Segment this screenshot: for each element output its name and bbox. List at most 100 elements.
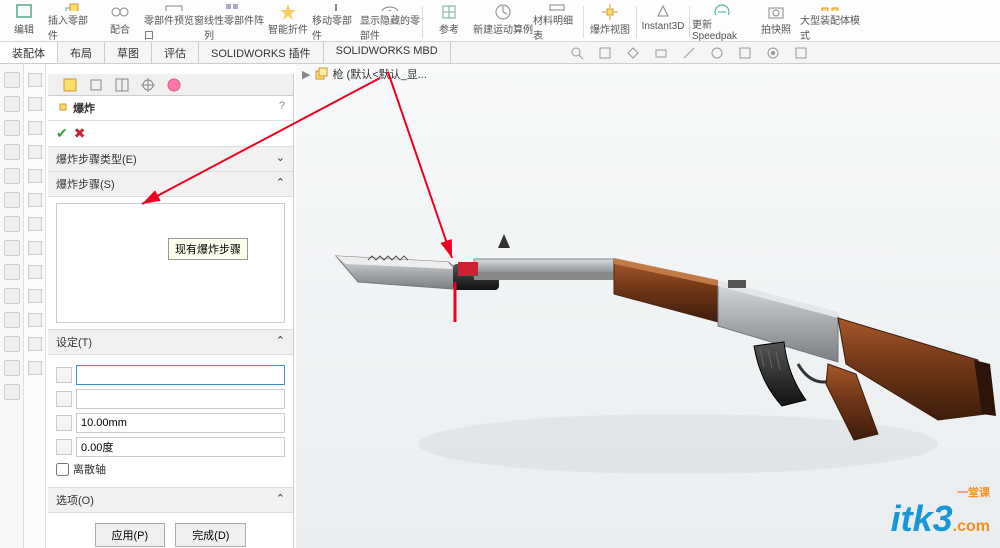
rail-icon[interactable]: [4, 384, 20, 400]
zoom-window-icon[interactable]: [598, 46, 612, 60]
smart-icon: [278, 2, 298, 20]
watermark-logo: 一堂课 itk3.com: [891, 488, 990, 540]
direction-input[interactable]: [76, 389, 285, 409]
panel-title: 爆炸: [73, 103, 95, 115]
zoom-fit-icon[interactable]: [570, 46, 584, 60]
rail-icon[interactable]: [28, 241, 42, 255]
ribbon-largeasm[interactable]: 大型装配体模式: [800, 2, 860, 42]
angle-input[interactable]: [76, 437, 285, 457]
rail-icon[interactable]: [4, 144, 20, 160]
chevron-down-icon: ⌄: [276, 151, 285, 167]
ribbon-smart[interactable]: 智能折件: [264, 2, 312, 42]
ribbon-move[interactable]: 移动零部件: [312, 2, 360, 42]
ribbon-snapshot[interactable]: 拍快照: [752, 2, 800, 42]
rail-icon[interactable]: [28, 73, 42, 87]
breadcrumb[interactable]: ▶ 枪 (默认<默认_显...: [302, 66, 427, 82]
rail-icon[interactable]: [4, 360, 20, 376]
rail-icon[interactable]: [4, 168, 20, 184]
rail-icon[interactable]: [4, 312, 20, 328]
angle-icon: [56, 439, 72, 455]
rail-icon[interactable]: [28, 121, 42, 135]
panel-toolbar: [48, 74, 293, 96]
scene-icon[interactable]: [738, 46, 752, 60]
ribbon-pattern[interactable]: 线性零部件阵列: [204, 2, 264, 42]
breadcrumb-text: 枪 (默认<默认_显...: [332, 66, 426, 82]
ribbon-mate[interactable]: 配合: [96, 2, 144, 42]
ref-icon: [439, 2, 459, 20]
section-step-type[interactable]: 爆炸步骤类型(E) ⌄: [48, 147, 293, 172]
rail-icon[interactable]: [4, 120, 20, 136]
ribbon-instant3d[interactable]: Instant3D: [639, 2, 687, 42]
instant3d-icon: [653, 2, 673, 20]
tab-layout[interactable]: 布局: [58, 42, 105, 63]
section-settings[interactable]: 设定(T) ⌃: [48, 330, 293, 355]
tab-assembly[interactable]: 装配体: [0, 42, 58, 63]
explode-steps-listbox[interactable]: [56, 203, 285, 323]
section-options[interactable]: 选项(O) ⌃: [48, 488, 293, 513]
rail-icon[interactable]: [4, 216, 20, 232]
ribbon-insert[interactable]: 插入零部件: [48, 2, 96, 42]
explode-icon: [56, 100, 70, 114]
ribbon-bom[interactable]: 材料明细表: [533, 2, 581, 42]
insert-icon: [62, 2, 82, 11]
component-select-icon: [56, 367, 72, 383]
display-pane-icon[interactable]: [114, 77, 132, 93]
ribbon-explode[interactable]: 爆炸视图: [586, 2, 634, 42]
settings-icon[interactable]: [766, 46, 780, 60]
explode-icon: [600, 2, 620, 20]
ribbon-showhide[interactable]: 显示隐藏的零部件: [360, 2, 420, 42]
ribbon-edit[interactable]: 编辑: [0, 2, 48, 42]
rail-icon[interactable]: [4, 96, 20, 112]
ribbon-ref[interactable]: 参考: [425, 2, 473, 42]
cancel-button[interactable]: ✖: [74, 125, 86, 142]
viewport[interactable]: [296, 64, 1000, 548]
tab-sw-addins[interactable]: SOLIDWORKS 插件: [199, 42, 324, 63]
rail-icon[interactable]: [28, 145, 42, 159]
orientation-icon[interactable]: [626, 46, 640, 60]
ribbon-motion[interactable]: 新建运动算例: [473, 2, 533, 42]
rail-icon[interactable]: [4, 72, 20, 88]
ok-cancel-row: ✔ ✖: [48, 121, 293, 147]
done-button[interactable]: 完成(D): [175, 523, 246, 547]
rail-icon[interactable]: [28, 193, 42, 207]
section-steps[interactable]: 爆炸步骤(S) ⌃: [48, 172, 293, 197]
more-icon[interactable]: [794, 46, 808, 60]
ribbon-speedpak[interactable]: 更新Speedpak: [692, 2, 752, 42]
render-icon[interactable]: [710, 46, 724, 60]
rail-icon[interactable]: [4, 336, 20, 352]
move-icon: [326, 2, 346, 11]
rail-icon[interactable]: [4, 240, 20, 256]
help-icon[interactable]: ?: [279, 100, 285, 116]
property-panel: 爆炸 ? ✔ ✖ 爆炸步骤类型(E) ⌄ 爆炸步骤(S) ⌃ 设定(T) ⌃: [48, 74, 294, 548]
rail-icon[interactable]: [28, 97, 42, 111]
distance-icon: [56, 415, 72, 431]
rail-icon[interactable]: [28, 265, 42, 279]
rail-icon[interactable]: [28, 337, 42, 351]
appearance-icon[interactable]: [166, 77, 184, 93]
rail-icon[interactable]: [28, 169, 42, 183]
ribbon-sep: [689, 6, 690, 38]
distance-input[interactable]: [76, 413, 285, 433]
component-select-input[interactable]: [76, 365, 285, 385]
rail-icon[interactable]: [4, 288, 20, 304]
rail-icon[interactable]: [4, 264, 20, 280]
rail-icon[interactable]: [28, 217, 42, 231]
apply-button[interactable]: 应用(P): [95, 523, 166, 547]
rail-icon[interactable]: [28, 361, 42, 375]
feature-tree-icon[interactable]: [62, 77, 80, 93]
rail-icon[interactable]: [4, 192, 20, 208]
ribbon-preview[interactable]: 零部件预览窗口: [144, 2, 204, 42]
target-icon[interactable]: [140, 77, 158, 93]
tab-sw-mbd[interactable]: SOLIDWORKS MBD: [324, 42, 451, 63]
tab-evaluate[interactable]: 评估: [152, 42, 199, 63]
discrete-axis-checkbox[interactable]: 离散轴: [56, 461, 285, 477]
accept-button[interactable]: ✔: [56, 125, 68, 142]
config-icon[interactable]: [88, 77, 106, 93]
ribbon-sep: [636, 6, 637, 38]
display-style-icon[interactable]: [654, 46, 668, 60]
tabs-bar: 装配体 布局 草图 评估 SOLIDWORKS 插件 SOLIDWORKS MB…: [0, 42, 1000, 64]
rail-icon[interactable]: [28, 313, 42, 327]
rail-icon[interactable]: [28, 289, 42, 303]
section-icon[interactable]: [682, 46, 696, 60]
tab-sketch[interactable]: 草图: [105, 42, 152, 63]
